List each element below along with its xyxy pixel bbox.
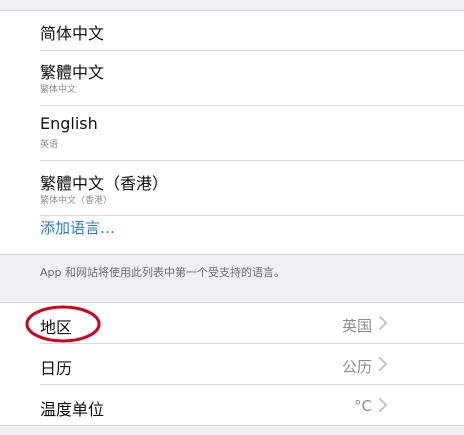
bottom-background-strip	[0, 426, 464, 435]
language-subtitle: 英语	[40, 140, 59, 150]
language-title: 繁體中文	[40, 63, 105, 82]
language-row-traditional-chinese-hk[interactable]: 繁體中文（香港） 繁体中文（香港）	[40, 161, 464, 216]
calendar-label: 日历	[40, 359, 73, 378]
add-language-link[interactable]: 添加语言…	[40, 217, 115, 238]
settings-row-calendar[interactable]: 日历 公历	[40, 344, 464, 385]
language-subtitle: 繁体中文	[40, 85, 77, 95]
settings-row-temperature-unit[interactable]: 温度单位 °C	[40, 385, 464, 426]
language-row-english[interactable]: English 英语	[40, 106, 464, 161]
language-row-simplified-chinese[interactable]: 简体中文	[40, 11, 464, 51]
region-settings-list: 地区 英国 日历 公历 温度单位 °C	[0, 302, 464, 426]
region-value: 英国	[341, 317, 372, 335]
calendar-value: 公历	[341, 358, 372, 376]
region-label: 地区	[40, 318, 73, 337]
chevron-right-icon	[379, 316, 387, 330]
chevron-right-icon	[379, 398, 387, 412]
language-row-traditional-chinese[interactable]: 繁體中文 繁体中文	[40, 51, 464, 106]
chevron-right-icon	[379, 357, 387, 371]
language-title: 繁體中文（香港）	[40, 174, 169, 193]
top-background-strip	[0, 0, 464, 10]
temperature-unit-label: 温度单位	[40, 400, 105, 419]
language-title: English	[40, 114, 98, 133]
language-title: 简体中文	[40, 24, 105, 43]
temperature-unit-value: °C	[354, 397, 372, 415]
settings-row-region[interactable]: 地区 英国	[40, 303, 464, 344]
language-subtitle: 繁体中文（香港）	[40, 196, 113, 206]
language-footer-note: App 和网站将使用此列表中第一个受支持的语言。	[40, 266, 285, 279]
